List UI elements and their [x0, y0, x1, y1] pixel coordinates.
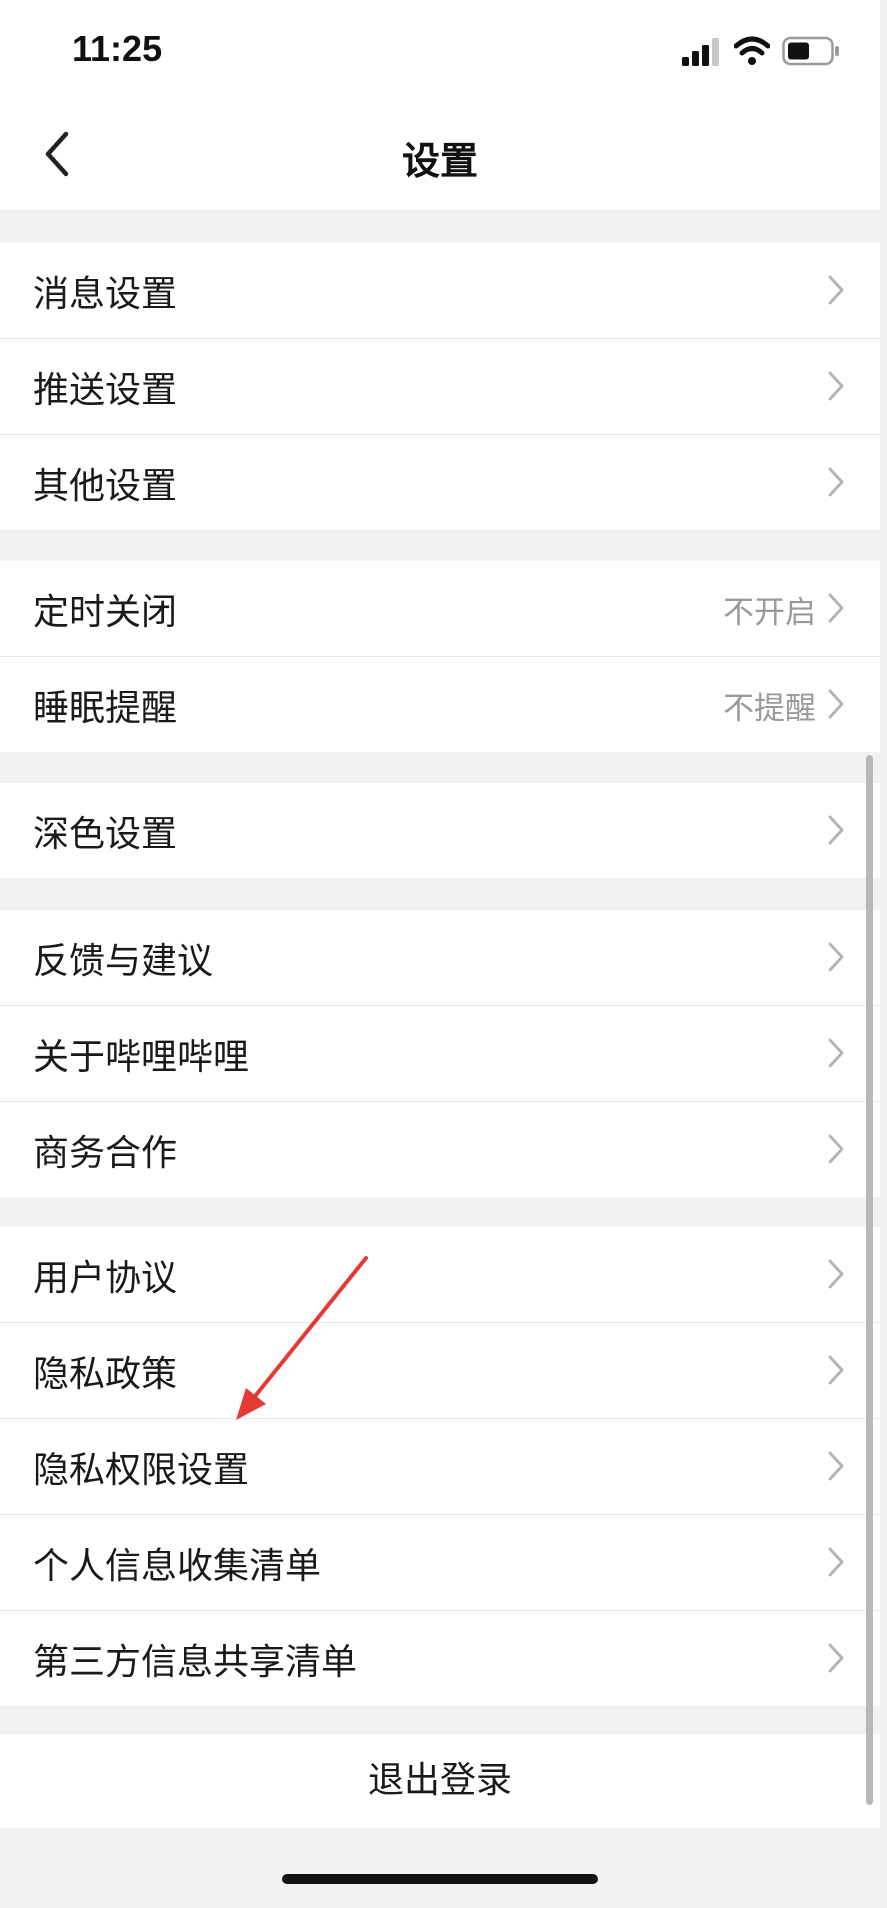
- settings-item-dark-mode[interactable]: 深色设置: [0, 783, 880, 878]
- home-indicator: [282, 1874, 598, 1884]
- nav-bar: 设置: [0, 100, 880, 210]
- settings-item-label: 消息设置: [33, 274, 178, 315]
- settings-group-appearance: 深色设置: [0, 783, 880, 878]
- settings-item-label: 其他设置: [33, 466, 178, 507]
- settings-item-personal-info-list[interactable]: 个人信息收集清单: [0, 1515, 880, 1611]
- wifi-icon: [734, 36, 770, 65]
- chevron-right-icon: [828, 1547, 844, 1577]
- status-bar: 11:25: [0, 0, 880, 100]
- scrollbar[interactable]: [866, 755, 873, 1805]
- settings-item-push[interactable]: 推送设置: [0, 339, 880, 435]
- chevron-right-icon: [828, 593, 844, 623]
- chevron-right-icon: [828, 1134, 844, 1164]
- settings-group-timer: 定时关闭 不开启 睡眠提醒 不提醒: [0, 561, 880, 752]
- chevron-right-icon: [828, 1451, 844, 1481]
- chevron-right-icon: [828, 371, 844, 401]
- chevron-right-icon: [828, 815, 844, 845]
- settings-item-message[interactable]: 消息设置: [0, 243, 880, 339]
- chevron-right-icon: [828, 467, 844, 497]
- settings-item-third-party-sharing[interactable]: 第三方信息共享清单: [0, 1611, 880, 1706]
- settings-item-privacy-permissions[interactable]: 隐私权限设置: [0, 1419, 880, 1515]
- settings-item-user-agreement[interactable]: 用户协议: [0, 1227, 880, 1323]
- settings-group-general: 消息设置 推送设置 其他设置: [0, 243, 880, 530]
- settings-group-privacy: 用户协议 隐私政策 隐私权限设置 个人信息收集清单 第三方信息共享清单: [0, 1227, 880, 1706]
- settings-item-label: 关于哔哩哔哩: [33, 1037, 250, 1078]
- chevron-right-icon: [828, 1259, 844, 1289]
- settings-item-other[interactable]: 其他设置: [0, 435, 880, 530]
- settings-item-label: 睡眠提醒: [33, 688, 178, 729]
- settings-group-about: 反馈与建议 关于哔哩哔哩 商务合作: [0, 910, 880, 1197]
- settings-item-label: 推送设置: [33, 370, 178, 411]
- chevron-right-icon: [828, 1643, 844, 1673]
- settings-item-label: 用户协议: [33, 1258, 178, 1299]
- settings-item-business[interactable]: 商务合作: [0, 1102, 880, 1197]
- settings-item-label: 定时关闭: [33, 592, 178, 633]
- chevron-right-icon: [828, 689, 844, 719]
- settings-item-label: 隐私政策: [33, 1354, 178, 1395]
- settings-item-label: 反馈与建议: [33, 941, 214, 982]
- settings-item-value: 不提醒: [723, 691, 816, 727]
- battery-icon: [782, 36, 839, 66]
- settings-item-label: 个人信息收集清单: [33, 1546, 322, 1587]
- settings-item-label: 深色设置: [33, 814, 178, 855]
- settings-item-label: 隐私权限设置: [33, 1450, 250, 1491]
- settings-item-privacy-policy[interactable]: 隐私政策: [0, 1323, 880, 1419]
- chevron-right-icon: [828, 275, 844, 305]
- chevron-right-icon: [828, 1355, 844, 1385]
- screen-edge: [880, 0, 887, 1908]
- settings-item-about-bilibili[interactable]: 关于哔哩哔哩: [0, 1006, 880, 1102]
- settings-item-label: 第三方信息共享清单: [33, 1642, 358, 1683]
- settings-screen: 11:25 设置 消息设置 推送设置 其他设置 定时关闭 不开启 睡眠提醒 不提…: [0, 0, 880, 1908]
- logout-button[interactable]: 退出登录: [0, 1734, 880, 1828]
- cellular-signal-icon: [682, 38, 719, 66]
- chevron-right-icon: [828, 942, 844, 972]
- settings-item-label: 商务合作: [33, 1133, 178, 1174]
- settings-item-value: 不开启: [723, 595, 816, 631]
- settings-item-feedback[interactable]: 反馈与建议: [0, 910, 880, 1006]
- settings-item-timer-close[interactable]: 定时关闭 不开启: [0, 561, 880, 657]
- chevron-right-icon: [828, 1038, 844, 1068]
- page-title: 设置: [401, 139, 478, 183]
- settings-item-sleep-reminder[interactable]: 睡眠提醒 不提醒: [0, 657, 880, 752]
- status-time: 11:25: [72, 28, 163, 69]
